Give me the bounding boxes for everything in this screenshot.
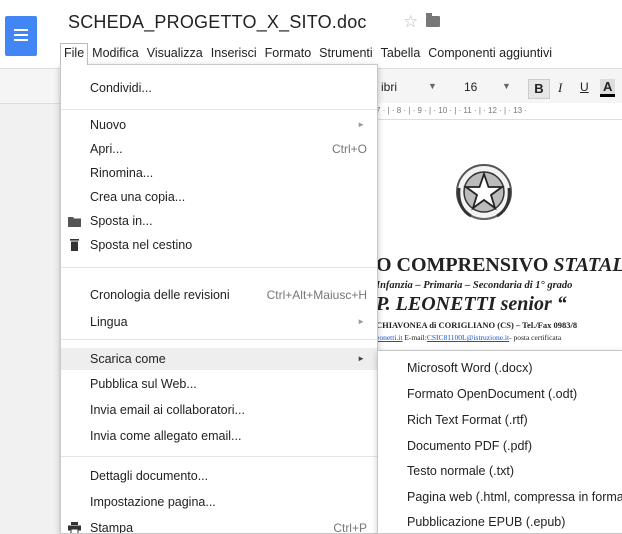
school-levels: Infanzia – Primaria – Secondaria di 1° g…	[376, 280, 573, 291]
menu-item-trash[interactable]: Sposta nel cestino	[61, 234, 377, 256]
menu-strumenti[interactable]: Strumenti	[315, 43, 377, 63]
menu-item-email-attachment[interactable]: Invia come allegato email...	[61, 425, 377, 447]
menu-tabella[interactable]: Tabella	[377, 43, 425, 63]
star-icon[interactable]: ☆	[403, 12, 418, 32]
menu-item-download-as[interactable]: Scarica come ►	[61, 348, 377, 370]
menu-item-copy[interactable]: Crea una copia...	[61, 186, 377, 208]
print-icon	[68, 522, 81, 533]
menu-file[interactable]: File	[60, 43, 89, 65]
menu-inserisci[interactable]: Inserisci	[207, 43, 261, 63]
menu-componenti-aggiuntivi[interactable]: Componenti aggiuntivi	[424, 43, 556, 63]
trash-icon	[70, 239, 79, 251]
menu-item-rename[interactable]: Rinomina...	[61, 162, 377, 184]
download-docx[interactable]: Microsoft Word (.docx)	[378, 357, 622, 379]
menu-item-open[interactable]: Apri... Ctrl+O	[61, 138, 377, 160]
download-pdf[interactable]: Documento PDF (.pdf)	[378, 435, 622, 457]
download-odt[interactable]: Formato OpenDocument (.odt)	[378, 383, 622, 405]
school-title: P. LEONETTI senior “	[376, 293, 567, 315]
ruler[interactable]: 7 · | · 8 · | · 9 · | · 10 · | · 11 · | …	[376, 103, 622, 120]
menu-item-share[interactable]: Condividi...	[61, 77, 377, 99]
download-rtf[interactable]: Rich Text Format (.rtf)	[378, 409, 622, 431]
download-html[interactable]: Pagina web (.html, compressa in forma	[378, 486, 622, 508]
file-menu: Condividi... Nuovo ► Apri... Ctrl+O Rinomi…	[60, 64, 378, 534]
menu-item-language[interactable]: Lingua ►	[61, 311, 377, 333]
size-dropdown-icon[interactable]: ▼	[502, 81, 511, 91]
text-color-button[interactable]: A	[600, 79, 616, 97]
emblem-icon	[456, 164, 512, 220]
menu-visualizza[interactable]: Visualizza	[143, 43, 207, 63]
folder-icon	[68, 217, 81, 227]
menu-bar: File Modifica Visualizza Inserisci Formato St…	[60, 43, 556, 65]
menu-item-new[interactable]: Nuovo ►	[61, 114, 377, 136]
folder-icon[interactable]	[426, 13, 440, 27]
menu-item-move[interactable]: Sposta in...	[61, 210, 377, 232]
menu-item-revision-history[interactable]: Cronologia delle revisioni Ctrl+Alt+Maius…	[61, 284, 377, 306]
download-epub[interactable]: Pubblicazione EPUB (.epub)	[378, 511, 622, 533]
menu-modifica[interactable]: Modifica	[88, 43, 143, 63]
menu-item-print[interactable]: Stampa Ctrl+P	[61, 517, 377, 533]
menu-item-page-setup[interactable]: Impostazione pagina...	[61, 491, 377, 513]
document-title[interactable]: SCHEDA_PROGETTO_X_SITO.doc	[68, 12, 367, 33]
menu-formato[interactable]: Formato	[261, 43, 316, 63]
school-name: O COMPRENSIVO STATAL	[376, 254, 622, 276]
download-submenu: Microsoft Word (.docx) Formato OpenDocum…	[377, 350, 622, 534]
submenu-arrow-icon: ►	[357, 317, 365, 326]
school-contacts: eonetti.it E-mail:CSIC81100L@istruzione.…	[376, 333, 562, 342]
email-link[interactable]: CSIC81100L@istruzione.it	[427, 333, 509, 342]
menu-item-document-details[interactable]: Dettagli documento...	[61, 465, 377, 487]
menu-item-email-collaborators[interactable]: Invia email ai collaboratori...	[61, 399, 377, 421]
font-dropdown-icon[interactable]: ▼	[428, 81, 437, 91]
underline-button[interactable]: U	[580, 80, 589, 94]
italic-button[interactable]: I	[558, 80, 562, 96]
font-size-selector[interactable]: 16	[464, 80, 477, 94]
submenu-arrow-icon: ►	[357, 354, 365, 363]
submenu-arrow-icon: ►	[357, 120, 365, 129]
docs-logo-icon[interactable]	[5, 16, 37, 56]
menu-item-publish[interactable]: Pubblica sul Web...	[61, 373, 377, 395]
download-txt[interactable]: Testo normale (.txt)	[378, 460, 622, 482]
font-selector[interactable]: ibri	[381, 80, 397, 94]
bold-button[interactable]: B	[528, 79, 550, 99]
school-address: CHIAVONEA di CORIGLIANO (CS) – Tel./Fax …	[376, 320, 578, 330]
app-header: SCHEDA_PROGETTO_X_SITO.doc ☆ File Modific…	[0, 0, 622, 68]
website-link[interactable]: eonetti.it	[376, 333, 402, 342]
